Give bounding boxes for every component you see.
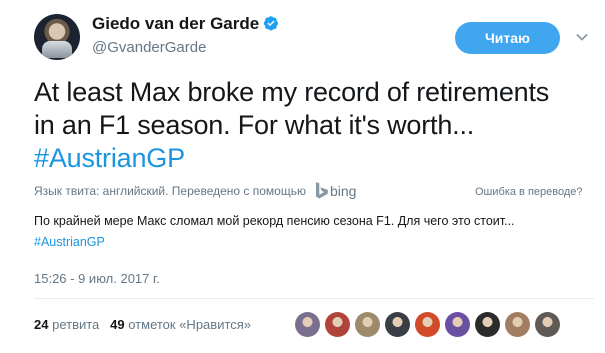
translation-info: Язык твита: английский. Переведено с пом… (34, 184, 306, 198)
tweet-text-line-2: in an F1 season. For what it's worth... (34, 110, 475, 140)
tweet-stats: 24 ретвита 49 отметок «Нравится» (34, 317, 251, 332)
follow-button[interactable]: Читаю (455, 22, 560, 54)
translated-text: По крайней мере Макс сломал мой рекорд п… (34, 211, 594, 253)
likes-count: 49 (110, 317, 125, 332)
liker-avatars (295, 312, 560, 337)
translated-hashtag-link[interactable]: #AustrianGP (34, 232, 594, 253)
author-name[interactable]: Giedo van der Garde (92, 14, 259, 33)
liker-avatar[interactable] (535, 312, 560, 337)
retweets-count: 24 (34, 317, 49, 332)
likes-label: отметок «Нравится» (128, 317, 252, 332)
chevron-down-icon[interactable] (575, 30, 589, 44)
author-name-row[interactable]: Giedo van der Garde (92, 14, 279, 34)
liker-avatar[interactable] (415, 312, 440, 337)
retweets-stat[interactable]: 24 ретвита (34, 317, 99, 332)
liker-avatar[interactable] (355, 312, 380, 337)
author-avatar[interactable] (34, 14, 80, 60)
tweet-text: At least Max broke my record of retireme… (34, 76, 594, 175)
bing-label: bing (330, 182, 357, 199)
verified-badge-icon (264, 16, 279, 31)
bing-attribution[interactable]: bing (315, 182, 356, 199)
divider-top (34, 298, 594, 299)
likes-stat[interactable]: 49 отметок «Нравится» (110, 317, 251, 332)
tweet-timestamp[interactable]: 15:26 - 9 июл. 2017 г. (34, 271, 160, 286)
liker-avatar[interactable] (445, 312, 470, 337)
author-handle[interactable]: @GvanderGarde (92, 39, 206, 56)
liker-avatar[interactable] (505, 312, 530, 337)
liker-avatar[interactable] (475, 312, 500, 337)
tweet-hashtag-link[interactable]: #AustrianGP (34, 142, 594, 175)
wrong-translation-link[interactable]: Ошибка в переводе? (475, 186, 583, 198)
liker-avatar[interactable] (385, 312, 410, 337)
liker-avatar[interactable] (295, 312, 320, 337)
bing-logo-icon (316, 182, 328, 199)
retweets-label: ретвита (52, 317, 100, 332)
liker-avatar[interactable] (325, 312, 350, 337)
tweet-text-line-1: At least Max broke my record of retireme… (34, 77, 550, 107)
translated-body: По крайней мере Макс сломал мой рекорд п… (34, 214, 515, 228)
avatar-helmet (42, 41, 72, 58)
